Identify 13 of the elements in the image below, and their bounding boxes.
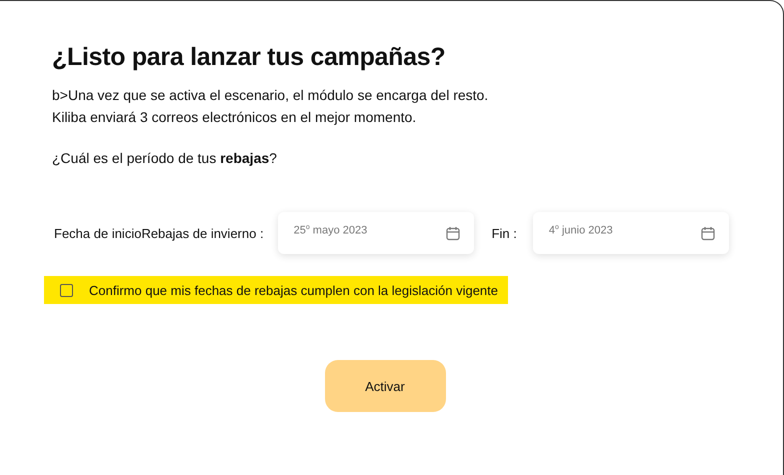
- date-field[interactable]: 25$^{o}$ mayo 2023: [278, 212, 474, 254]
- question-text: ¿Cuál es el período de tus rebajas?: [52, 150, 278, 166]
- checkbox-label: Confirmo que mis fechas de rebajas cumplen con la legislación vigente: [89, 282, 498, 298]
- date-field[interactable]: 4$^{o}$ junio 2023: [532, 212, 729, 254]
- intro-text: Kiliba enviará 3 correos electrónicos en el mejor momento.: [52, 108, 418, 127]
- checkbox[interactable]: [60, 284, 73, 296]
- calendar-icon[interactable]: [446, 226, 460, 241]
- intro-text: b>Una vez que se activa el escenario, el módulo se encarga del resto.: [52, 86, 490, 105]
- start-date-label: Fecha de inicioRebajas de invierno :: [54, 226, 264, 240]
- dialog-title: ¿Listo para lanzar tus campañas?: [52, 43, 446, 72]
- end-date-label: Fin :: [492, 226, 517, 240]
- activate-button[interactable]: Activar: [324, 360, 446, 412]
- calendar-icon[interactable]: [700, 226, 715, 241]
